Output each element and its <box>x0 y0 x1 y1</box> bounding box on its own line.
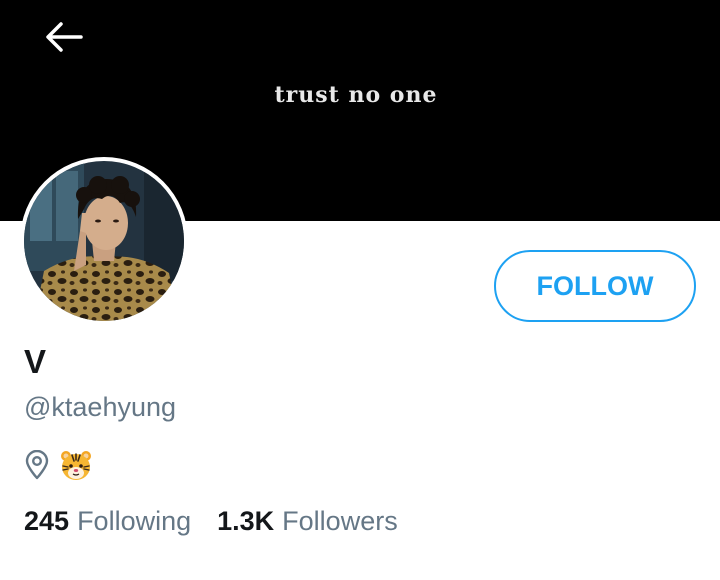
followers-label: Followers <box>282 506 398 536</box>
tiger-face-emoji <box>61 451 91 480</box>
location-pin-icon <box>25 450 49 480</box>
following-stat[interactable]: 245 Following <box>24 506 191 537</box>
user-handle: @ktaehyung <box>24 392 177 422</box>
back-button[interactable] <box>38 14 90 60</box>
avatar[interactable] <box>20 157 188 325</box>
following-label: Following <box>77 506 192 536</box>
arrow-left-icon <box>46 22 83 52</box>
banner-text: trust no one <box>274 82 438 108</box>
location-row <box>24 449 92 481</box>
followers-stat[interactable]: 1.3K Followers <box>217 506 398 537</box>
display-name: V <box>24 343 47 380</box>
avatar-image <box>24 161 184 321</box>
following-count: 245 <box>24 506 70 536</box>
follow-button[interactable]: FOLLOW <box>494 250 696 322</box>
stats-row: 245 Following 1.3K Followers <box>24 506 398 537</box>
followers-count: 1.3K <box>217 506 275 536</box>
